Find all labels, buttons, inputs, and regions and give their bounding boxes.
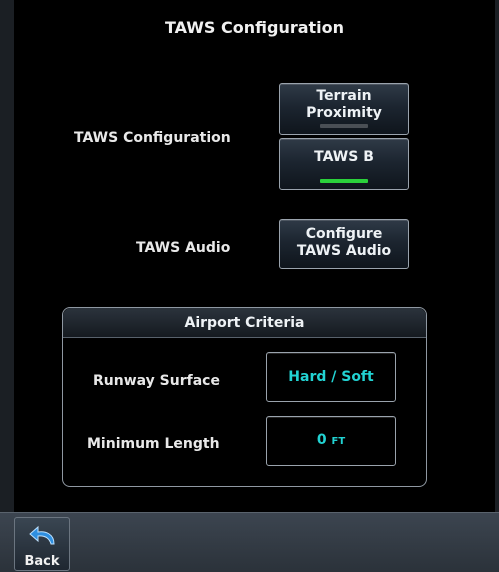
back-label: Back xyxy=(24,554,60,569)
runway-surface-label: Runway Surface xyxy=(93,373,220,389)
taws-b-label: TAWS B xyxy=(314,149,374,165)
terrain-proximity-indicator xyxy=(320,124,368,128)
runway-surface-value: Hard / Soft xyxy=(288,368,374,385)
taws-audio-label: TAWS Audio xyxy=(136,240,231,256)
runway-surface-button[interactable]: Hard / Soft xyxy=(266,352,396,402)
terrain-proximity-line1: Terrain xyxy=(316,88,372,104)
bottom-bar xyxy=(0,512,499,572)
minimum-length-number: 0 xyxy=(316,432,327,448)
terrain-proximity-label: Terrain Proximity xyxy=(306,88,382,122)
minimum-length-label: Minimum Length xyxy=(87,436,220,452)
minimum-length-unit: FT xyxy=(331,436,346,447)
taws-configuration-label: TAWS Configuration xyxy=(74,130,231,146)
airport-criteria-panel: Airport Criteria Runway Surface Hard / S… xyxy=(62,307,427,487)
back-button[interactable]: Back xyxy=(14,517,70,571)
bezel-left xyxy=(0,0,14,571)
taws-b-button[interactable]: TAWS B xyxy=(279,138,409,190)
taws-b-indicator xyxy=(320,179,368,183)
bezel-right xyxy=(495,0,499,571)
minimum-length-button[interactable]: 0 FT xyxy=(266,416,396,466)
minimum-length-value: 0 FT xyxy=(317,432,345,450)
page-title: TAWS Configuration xyxy=(164,18,345,37)
back-arrow-icon xyxy=(29,525,55,545)
configure-taws-audio-label: Configure TAWS Audio xyxy=(297,226,391,260)
airport-criteria-title: Airport Criteria xyxy=(63,308,426,338)
configure-taws-audio-line2: TAWS Audio xyxy=(296,243,392,259)
configure-taws-audio-line1: Configure xyxy=(305,226,383,242)
configure-taws-audio-button[interactable]: Configure TAWS Audio xyxy=(279,219,409,269)
terrain-proximity-button[interactable]: Terrain Proximity xyxy=(279,83,409,135)
terrain-proximity-line2: Proximity xyxy=(306,105,382,121)
